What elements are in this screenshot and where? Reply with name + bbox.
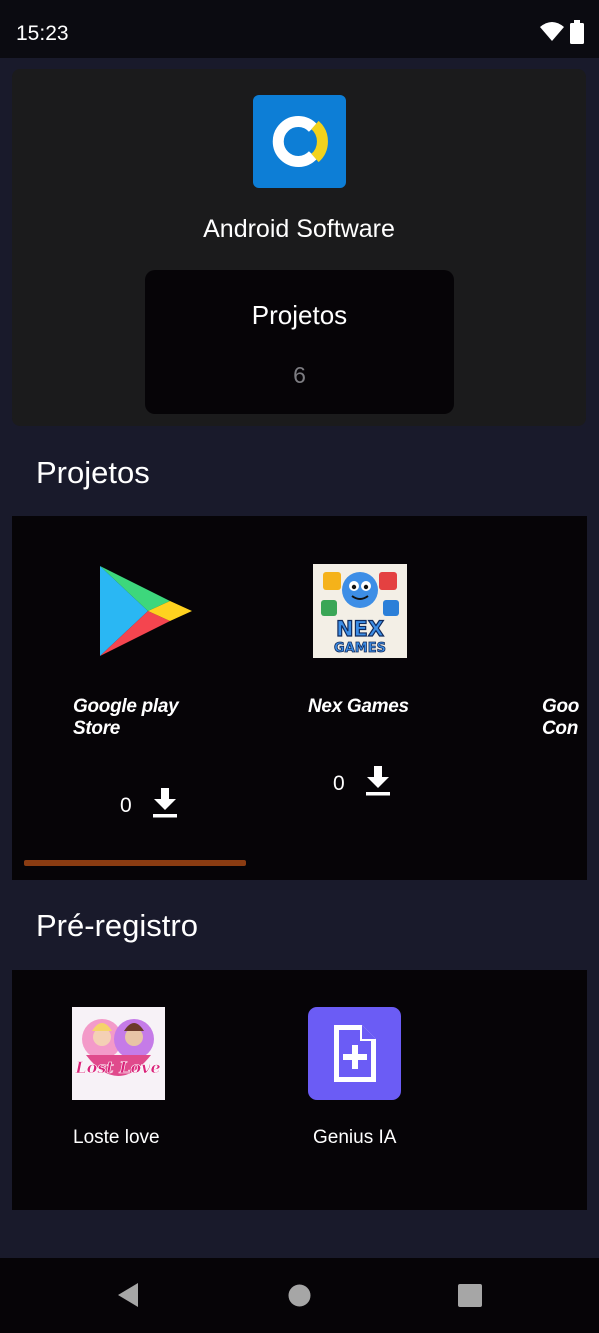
download-count: 0 xyxy=(333,772,345,795)
developer-name: Android Software xyxy=(203,215,395,243)
android-software-logo xyxy=(253,95,346,188)
document-plus-icon xyxy=(308,1007,401,1100)
project-name: Goo Con xyxy=(542,696,580,739)
home-icon[interactable] xyxy=(288,1284,311,1307)
nex-games-icon-text-line1: NEX xyxy=(336,617,384,641)
project-card-google-play[interactable]: Google play Store 0 xyxy=(72,516,252,856)
project-card-nex-games[interactable]: NEX GAMES Nex Games 0 xyxy=(307,516,487,856)
project-name: Nex Games xyxy=(308,696,409,717)
download-icon[interactable] xyxy=(152,788,178,818)
projects-stat-box: Projetos 6 xyxy=(145,270,454,414)
battery-icon xyxy=(570,20,584,44)
preregistro-item-name: Genius IA xyxy=(313,1127,397,1148)
preregistro-section-title: Pré-registro xyxy=(36,908,198,943)
logo-icon xyxy=(272,116,328,167)
system-nav-bar xyxy=(0,1258,599,1333)
carousel-scroll-indicator xyxy=(24,860,246,866)
recents-icon[interactable] xyxy=(458,1284,482,1307)
stat-value: 6 xyxy=(293,362,306,388)
projects-carousel[interactable]: Google play Store 0 NEX GAMES Nex Games xyxy=(12,516,587,880)
preregistro-list[interactable]: Lost Love Loste love Genius IA xyxy=(12,970,587,1210)
download-icon[interactable] xyxy=(365,766,391,796)
lost-love-icon-text: Lost Love xyxy=(74,1058,160,1077)
project-card-partial[interactable]: Goo Con xyxy=(542,516,587,856)
wifi-icon xyxy=(540,22,564,41)
nex-games-icon: NEX GAMES xyxy=(313,564,407,658)
project-name: Google play Store xyxy=(73,696,179,739)
lost-love-icon: Lost Love xyxy=(72,1007,165,1100)
back-icon[interactable] xyxy=(116,1282,140,1308)
download-count: 0 xyxy=(120,794,132,817)
preregistro-item-name: Loste love xyxy=(73,1127,160,1148)
status-bar: 15:23 xyxy=(0,0,599,58)
google-play-icon xyxy=(100,566,192,656)
stat-label: Projetos xyxy=(251,300,348,330)
nex-games-icon-text-line2: GAMES xyxy=(334,641,386,656)
developer-profile-card: Android Software Projetos 6 xyxy=(12,69,586,426)
status-time: 15:23 xyxy=(16,22,69,45)
projects-section-title: Projetos xyxy=(36,455,150,490)
